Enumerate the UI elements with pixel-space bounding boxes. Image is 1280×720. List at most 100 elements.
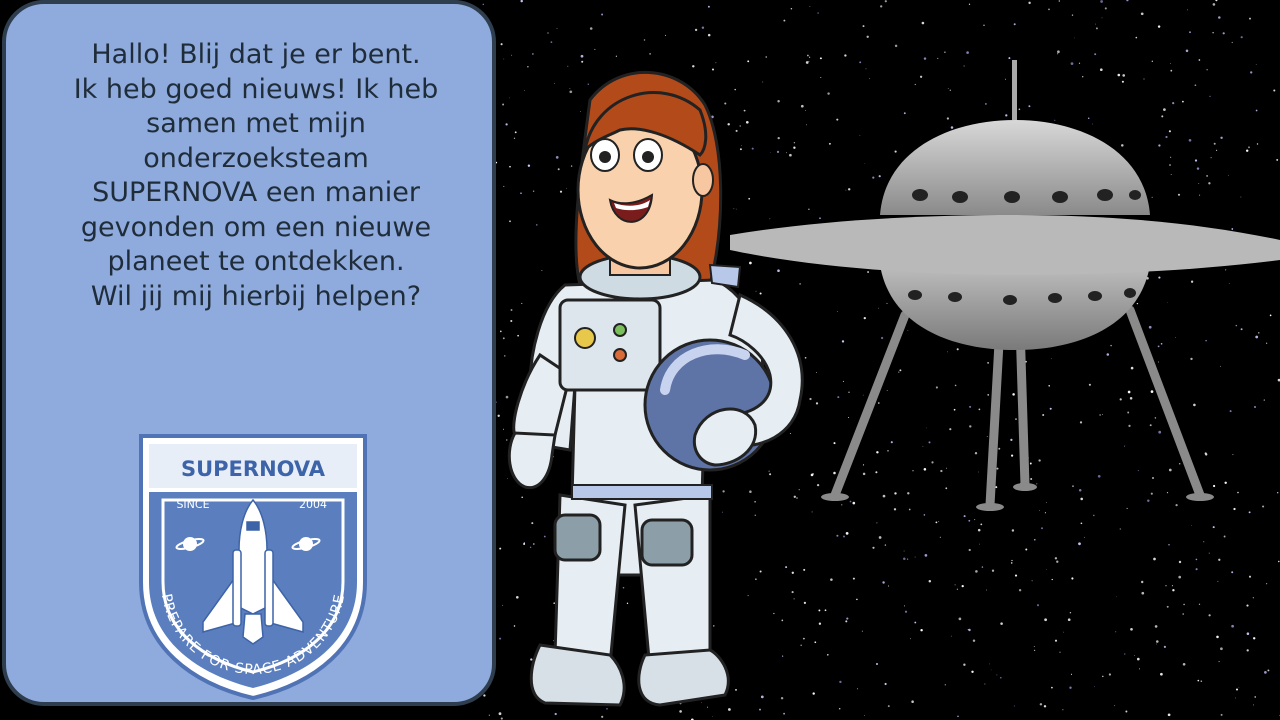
star [1218, 558, 1221, 561]
star [971, 670, 974, 674]
star [894, 44, 898, 48]
star [972, 639, 976, 642]
star [1278, 560, 1280, 563]
star [1160, 672, 1163, 676]
star [1095, 27, 1098, 30]
star [1253, 704, 1254, 706]
star [838, 708, 841, 710]
star [954, 584, 956, 586]
star [861, 630, 863, 632]
star [963, 663, 966, 666]
star [1051, 686, 1053, 689]
star [1154, 625, 1158, 628]
star [979, 543, 980, 545]
star [990, 669, 992, 671]
star [1062, 709, 1064, 711]
star [707, 33, 711, 37]
star [520, 0, 523, 3]
star [1102, 675, 1104, 678]
star [1125, 710, 1128, 713]
star [1070, 673, 1073, 675]
star [1048, 8, 1050, 11]
star [1254, 696, 1256, 698]
star [1104, 7, 1107, 10]
star [944, 51, 946, 53]
star [974, 519, 976, 521]
star [1067, 618, 1071, 622]
star [1100, 0, 1103, 3]
star [1223, 535, 1226, 538]
star [939, 536, 941, 538]
star [1246, 604, 1249, 607]
star [1014, 574, 1018, 577]
star [1189, 31, 1191, 34]
star [963, 515, 966, 518]
badge-year: 2004 [299, 498, 327, 511]
star [550, 41, 553, 43]
star [878, 536, 882, 539]
star [1063, 631, 1064, 633]
star [1215, 0, 1218, 2]
star [1166, 605, 1169, 608]
star [1101, 17, 1103, 19]
star [884, 682, 887, 686]
star [1218, 661, 1220, 663]
star [956, 588, 959, 590]
star [914, 556, 916, 558]
star [1266, 583, 1268, 585]
star [903, 557, 906, 560]
star [856, 688, 859, 690]
star [903, 550, 905, 552]
star [1153, 557, 1156, 561]
star [556, 28, 558, 29]
star [1208, 552, 1210, 554]
star [1018, 588, 1022, 592]
star [845, 532, 849, 535]
star [1069, 612, 1072, 614]
star [887, 705, 890, 708]
star [876, 663, 878, 665]
star [1124, 653, 1126, 655]
star [1059, 651, 1061, 653]
star [983, 24, 985, 26]
star [1212, 526, 1215, 529]
star [1057, 50, 1060, 54]
star [1195, 558, 1198, 561]
star [483, 694, 486, 697]
star [547, 32, 549, 34]
star [836, 534, 839, 537]
star [911, 700, 914, 703]
star [664, 34, 667, 36]
speech-line: Hallo! Blij dat je er bent. [91, 39, 421, 70]
star [1069, 686, 1072, 689]
star [1178, 560, 1182, 564]
star [1043, 705, 1047, 708]
star [968, 3, 971, 5]
star [1025, 548, 1028, 551]
star [1078, 542, 1081, 546]
star [1071, 577, 1074, 580]
star [888, 585, 890, 587]
star [1094, 23, 1096, 25]
star [1253, 637, 1256, 640]
star [1220, 647, 1223, 651]
star [830, 578, 833, 581]
star [1044, 618, 1047, 622]
star [790, 8, 793, 10]
star [977, 528, 981, 532]
star [1157, 25, 1161, 28]
star [1139, 668, 1140, 670]
star [944, 684, 946, 686]
star [957, 715, 959, 718]
star [1183, 603, 1185, 606]
star [1141, 591, 1145, 595]
star [1140, 12, 1144, 16]
star [903, 605, 906, 607]
star [1252, 597, 1254, 599]
star [1267, 669, 1270, 672]
star [864, 715, 865, 716]
star [1058, 0, 1060, 2]
star [958, 617, 962, 621]
star [1208, 614, 1211, 617]
star [1039, 703, 1043, 706]
